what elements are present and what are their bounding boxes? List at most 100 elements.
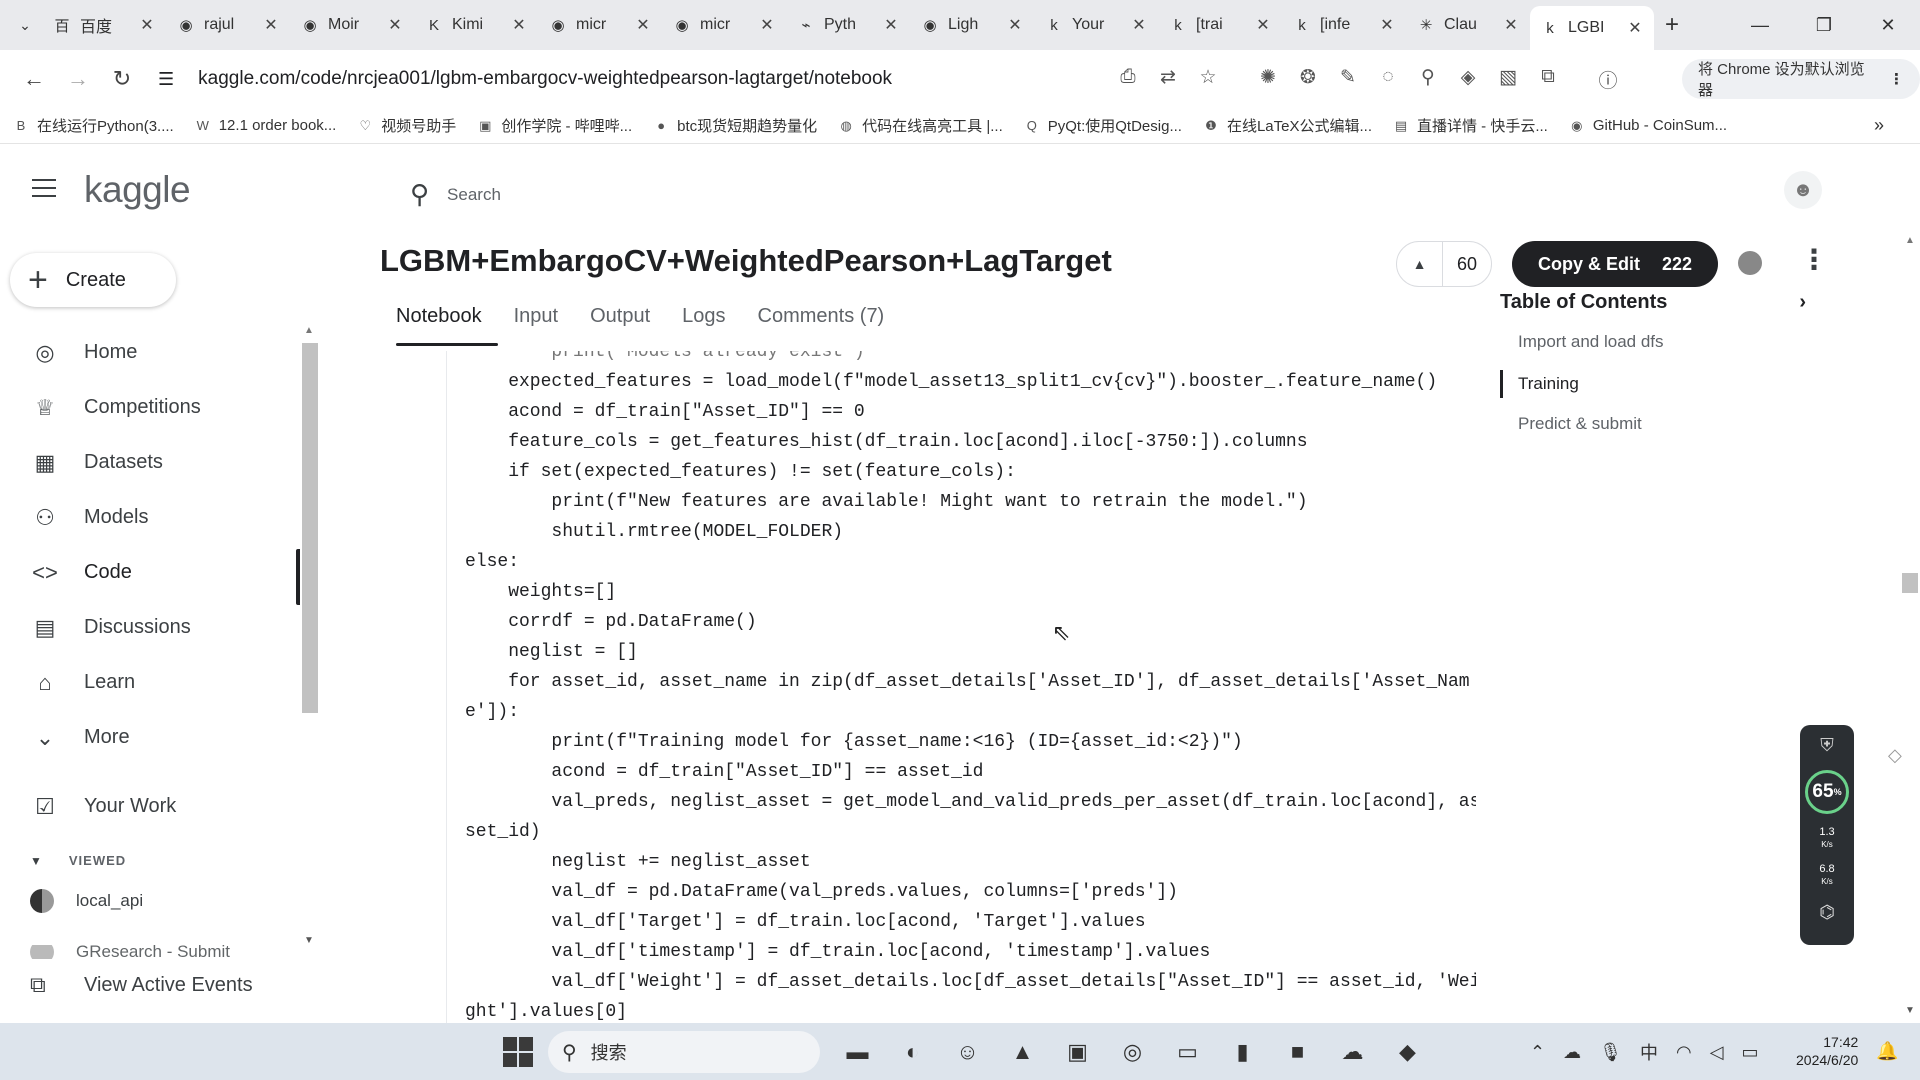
- tab-search-icon[interactable]: ⌄: [8, 8, 42, 42]
- bookmark-item[interactable]: B 在线运行Python(3....: [12, 115, 174, 136]
- browser-tab[interactable]: ✳ Clau ✕: [1406, 5, 1530, 45]
- tab-close-icon[interactable]: ✕: [1254, 15, 1272, 35]
- app-terminal-icon[interactable]: ▮: [1215, 1031, 1270, 1073]
- code-cell[interactable]: print("Models already exist") expected_f…: [446, 351, 1476, 1023]
- viewed-item-local-api[interactable]: local_api: [30, 889, 143, 913]
- tab-close-icon[interactable]: ✕: [1006, 15, 1024, 35]
- bookmark-star-icon[interactable]: ☆: [1188, 66, 1228, 93]
- browser-tab[interactable]: k [trai ✕: [1158, 5, 1282, 45]
- upvote-button[interactable]: ▲: [1397, 242, 1443, 286]
- extension-2-icon[interactable]: ❂: [1288, 66, 1328, 93]
- app-chrome-icon[interactable]: ◎: [1105, 1031, 1160, 1073]
- kaggle-logo[interactable]: kaggle: [84, 169, 191, 211]
- site-search[interactable]: ⚲ Search: [410, 179, 501, 210]
- scroll-down-icon[interactable]: ▼: [304, 935, 314, 946]
- toc-header[interactable]: Table of Contents ›: [1500, 291, 1820, 314]
- profile-icon[interactable]: ⓘ: [1588, 66, 1628, 93]
- sidebar-item-competitions[interactable]: ♕ Competitions: [0, 380, 300, 435]
- extension-4-icon[interactable]: ⚲: [1408, 66, 1448, 93]
- user-avatar[interactable]: ☻: [1784, 171, 1822, 209]
- app-cloud-icon[interactable]: ☁: [1325, 1031, 1380, 1073]
- chrome-menu-icon[interactable]: ⋮: [1889, 70, 1904, 88]
- system-monitor-widget[interactable]: ⛨ 65% 1.3 K/s 6.8 K/s ⌬: [1800, 725, 1854, 945]
- app-bot-icon[interactable]: ☺: [940, 1031, 995, 1073]
- taskbar-search[interactable]: ⚲ 搜索: [548, 1031, 820, 1073]
- browser-tab[interactable]: ◉ rajul ✕: [166, 5, 290, 45]
- tab-close-icon[interactable]: ✕: [1130, 15, 1148, 35]
- tab-logs[interactable]: Logs: [666, 305, 741, 346]
- sidebar-item-your-work[interactable]: ☑ Your Work: [0, 779, 300, 834]
- scroll-down-icon[interactable]: ▼: [1905, 1005, 1915, 1016]
- viewed-header[interactable]: ▼ VIEWED: [30, 853, 126, 868]
- new-tab-button[interactable]: +: [1654, 11, 1690, 39]
- app-explorer-icon[interactable]: ▭: [1160, 1031, 1215, 1073]
- view-active-events-button[interactable]: ⧉ View Active Events: [30, 965, 310, 1005]
- sidebar-item-home[interactable]: ◎ Home: [0, 325, 300, 380]
- tab-close-icon[interactable]: ✕: [1378, 15, 1396, 35]
- tab-comments[interactable]: Comments (7): [742, 305, 901, 346]
- bookmark-item[interactable]: ▤ 直播详情 - 快手云...: [1392, 115, 1548, 136]
- tab-input[interactable]: Input: [498, 305, 574, 346]
- upvote-count[interactable]: 60: [1443, 254, 1491, 275]
- tab-close-icon[interactable]: ✕: [758, 15, 776, 35]
- toc-item-predict[interactable]: Predict & submit: [1500, 398, 1820, 440]
- browser-tab[interactable]: ◉ micr ✕: [538, 5, 662, 45]
- reload-icon[interactable]: ↻: [100, 66, 144, 92]
- viewed-item-gresearch[interactable]: GResearch - Submit: [30, 945, 230, 959]
- bookmark-item[interactable]: ● btc现货短期趋势量化: [652, 115, 817, 136]
- windows-start-icon[interactable]: [503, 1037, 533, 1067]
- sidebar-item-datasets[interactable]: ▦ Datasets: [0, 435, 300, 490]
- extension-5-icon[interactable]: ◈: [1448, 66, 1488, 93]
- browser-tab[interactable]: ⌁ Pyth ✕: [786, 5, 910, 45]
- restore-icon[interactable]: ❐: [1792, 15, 1856, 36]
- sidebar-item-discussions[interactable]: ▤ Discussions: [0, 600, 300, 655]
- tab-close-icon[interactable]: ✕: [386, 15, 404, 35]
- minimize-icon[interactable]: —: [1728, 15, 1792, 36]
- browser-tab[interactable]: ◉ Ligh ✕: [910, 5, 1034, 45]
- app-files-icon[interactable]: ▬: [830, 1031, 885, 1073]
- tab-output[interactable]: Output: [574, 305, 666, 346]
- copy-edit-button[interactable]: Copy & Edit 222: [1512, 241, 1718, 287]
- app-photos-icon[interactable]: ▲: [995, 1031, 1050, 1073]
- sidebar-scrollbar[interactable]: ▲ ▼: [300, 325, 318, 965]
- tray-expand-icon[interactable]: ⌃: [1530, 1042, 1545, 1063]
- page-scrollbar[interactable]: ▲ ▼: [1900, 235, 1920, 1025]
- onedrive-icon[interactable]: ☁: [1563, 1042, 1581, 1063]
- extension-6-icon[interactable]: ▧: [1488, 66, 1528, 93]
- tab-close-icon[interactable]: ✕: [510, 15, 528, 35]
- sidebar-item-models[interactable]: ⚇ Models: [0, 490, 300, 545]
- bookmark-item[interactable]: W 12.1 order book...: [194, 115, 337, 136]
- app-store-icon[interactable]: ▣: [1050, 1031, 1105, 1073]
- app-edge-icon[interactable]: ◐: [885, 1031, 940, 1073]
- browser-tab[interactable]: ◉ micr ✕: [662, 5, 786, 45]
- sidebar-item-code[interactable]: <> Code: [0, 545, 300, 605]
- browser-tab[interactable]: k Your ✕: [1034, 5, 1158, 45]
- back-icon[interactable]: ←: [12, 66, 56, 92]
- forward-icon[interactable]: →: [56, 66, 100, 92]
- install-icon[interactable]: ⎙: [1108, 66, 1148, 93]
- set-default-browser-button[interactable]: 将 Chrome 设为默认浏览器 ⋮: [1682, 59, 1920, 99]
- hamburger-menu-icon[interactable]: [32, 179, 56, 197]
- bookmark-item[interactable]: ◉ GitHub - CoinSum...: [1568, 115, 1727, 136]
- bookmark-item[interactable]: ◍ 代码在线高亮工具 |...: [837, 115, 1003, 136]
- toc-item-training[interactable]: Training: [1500, 370, 1820, 398]
- tab-close-icon[interactable]: ✕: [1626, 18, 1644, 38]
- extension-3-icon[interactable]: ◌: [1368, 66, 1408, 93]
- more-options-icon[interactable]: ⋮: [1800, 243, 1828, 276]
- browser-tab[interactable]: 百百度 ✕: [42, 5, 166, 45]
- app-console-icon[interactable]: ■: [1270, 1031, 1325, 1073]
- ime-indicator[interactable]: 中: [1640, 1039, 1658, 1065]
- bookmarks-overflow-icon[interactable]: »: [1874, 115, 1884, 136]
- volume-icon[interactable]: ◁: [1710, 1042, 1724, 1063]
- page-scroll-thumb[interactable]: [1902, 573, 1918, 593]
- browser-tab[interactable]: k [infe ✕: [1282, 5, 1406, 45]
- close-window-icon[interactable]: ✕: [1856, 15, 1920, 36]
- app-pycharm-icon[interactable]: ◆: [1380, 1031, 1435, 1073]
- battery-icon[interactable]: ▭: [1742, 1042, 1759, 1063]
- tab-close-icon[interactable]: ✕: [634, 15, 652, 35]
- bookmark-item[interactable]: Q PyQt:使用QtDesig...: [1023, 115, 1182, 136]
- site-info-icon[interactable]: ☰: [158, 69, 174, 90]
- browser-tab[interactable]: K Kimi ✕: [414, 5, 538, 45]
- sidebar-scroll-thumb[interactable]: [302, 343, 318, 713]
- tab-close-icon[interactable]: ✕: [138, 15, 156, 35]
